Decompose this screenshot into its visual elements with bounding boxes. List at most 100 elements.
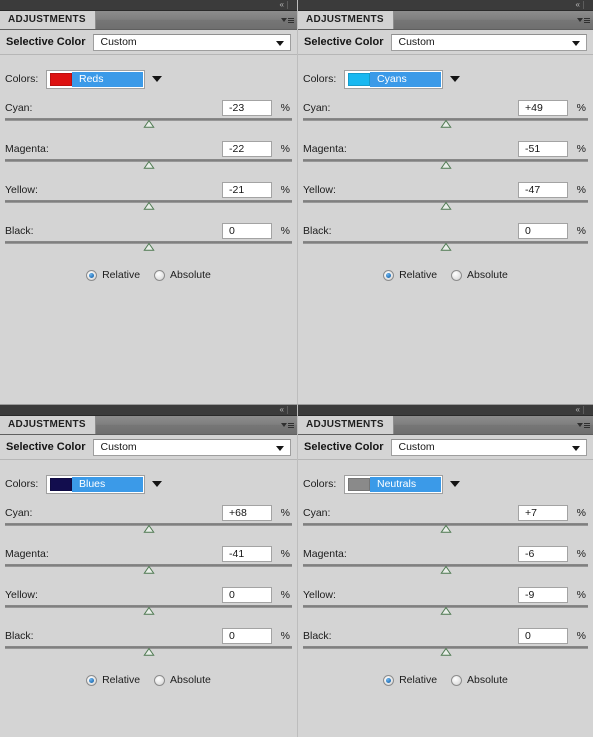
slider-value-input[interactable]: +68 — [222, 505, 272, 521]
preset-select[interactable]: Custom — [391, 33, 587, 51]
slider-row: Black: 0 % — [303, 222, 588, 240]
colors-label: Colors: — [303, 73, 337, 85]
slider-handle[interactable] — [440, 566, 451, 574]
percent-symbol: % — [576, 225, 586, 237]
radio-relative[interactable]: Relative — [86, 674, 140, 686]
slider-handle[interactable] — [143, 243, 154, 251]
tab-adjustments[interactable]: ADJUSTMENTS — [0, 416, 96, 434]
slider-handle[interactable] — [143, 648, 154, 656]
slider-value-input[interactable]: +7 — [518, 505, 568, 521]
slider-value-input[interactable]: 0 — [518, 223, 568, 239]
chevron-down-icon[interactable] — [152, 481, 162, 487]
hamburger-icon — [288, 422, 294, 428]
slider-track[interactable] — [303, 564, 588, 575]
adjustment-header-row: Selective Color Custom — [298, 435, 593, 460]
radio-absolute[interactable]: Absolute — [154, 269, 211, 281]
slider-track[interactable] — [5, 118, 292, 129]
tab-adjustments[interactable]: ADJUSTMENTS — [298, 11, 394, 29]
preset-select[interactable]: Custom — [93, 33, 291, 51]
slider-handle[interactable] — [440, 525, 451, 533]
panel-menu-icon[interactable] — [577, 420, 590, 430]
chevron-down-icon[interactable] — [450, 481, 460, 487]
chevron-down-icon — [276, 40, 284, 46]
radio-relative[interactable]: Relative — [383, 269, 437, 281]
panel-body: Colors: Blues Cyan: +68 % Magenta: -41 %… — [0, 474, 297, 686]
slider-handle[interactable] — [143, 202, 154, 210]
radio-relative[interactable]: Relative — [383, 674, 437, 686]
slider-track[interactable] — [303, 646, 588, 657]
slider-handle[interactable] — [143, 161, 154, 169]
percent-symbol: % — [576, 143, 586, 155]
slider-track[interactable] — [5, 159, 292, 170]
collapse-panel-icon[interactable]: « — [576, 0, 581, 10]
slider-label: Magenta: — [303, 548, 347, 560]
slider-value-input[interactable]: 0 — [222, 587, 272, 603]
slider-track[interactable] — [303, 200, 588, 211]
slider-handle[interactable] — [440, 243, 451, 251]
panel-menu-icon[interactable] — [281, 15, 294, 25]
panel-menu-icon[interactable] — [281, 420, 294, 430]
slider-value-input[interactable]: -47 — [518, 182, 568, 198]
radio-absolute[interactable]: Absolute — [451, 269, 508, 281]
slider-value-input[interactable]: -9 — [518, 587, 568, 603]
slider-track[interactable] — [303, 605, 588, 616]
panel-menu-icon[interactable] — [577, 15, 590, 25]
slider-track[interactable] — [303, 241, 588, 252]
chevron-down-icon[interactable] — [152, 76, 162, 82]
slider-value-input[interactable]: -23 — [222, 100, 272, 116]
slider-value-input[interactable]: -21 — [222, 182, 272, 198]
slider-group-magenta: Magenta: -22 % — [5, 140, 292, 170]
slider-track[interactable] — [303, 118, 588, 129]
slider-group-yellow: Yellow: -21 % — [5, 181, 292, 211]
slider-handle[interactable] — [143, 120, 154, 128]
slider-track[interactable] — [5, 523, 292, 534]
slider-track[interactable] — [5, 564, 292, 575]
slider-handle[interactable] — [440, 161, 451, 169]
slider-handle[interactable] — [143, 525, 154, 533]
radio-absolute[interactable]: Absolute — [154, 674, 211, 686]
chevron-down-icon[interactable] — [450, 76, 460, 82]
colors-selected-label: Blues — [79, 478, 106, 490]
slider-value-input[interactable]: -41 — [222, 546, 272, 562]
slider-value-input[interactable]: 0 — [222, 628, 272, 644]
slider-value-input[interactable]: -51 — [518, 141, 568, 157]
slider-value-input[interactable]: 0 — [518, 628, 568, 644]
slider-handle[interactable] — [143, 607, 154, 615]
percent-symbol: % — [576, 507, 586, 519]
slider-track[interactable] — [5, 605, 292, 616]
slider-group-yellow: Yellow: 0 % — [5, 586, 292, 616]
slider-track[interactable] — [5, 241, 292, 252]
slider-track[interactable] — [5, 200, 292, 211]
slider-handle[interactable] — [440, 648, 451, 656]
chevron-down-icon — [577, 18, 583, 22]
slider-handle[interactable] — [440, 120, 451, 128]
preset-select[interactable]: Custom — [391, 438, 587, 456]
collapse-panel-icon[interactable]: « — [576, 405, 581, 415]
slider-value-input[interactable]: -22 — [222, 141, 272, 157]
colors-row: Colors: Cyans — [303, 69, 588, 89]
slider-value-input[interactable]: -6 — [518, 546, 568, 562]
slider-handle[interactable] — [440, 607, 451, 615]
slider-row: Cyan: +7 % — [303, 504, 588, 522]
colors-select[interactable]: Cyans — [344, 69, 443, 89]
slider-track[interactable] — [303, 159, 588, 170]
colors-select[interactable]: Reds — [46, 69, 145, 89]
collapse-panel-icon[interactable]: « — [280, 0, 285, 10]
collapse-panel-icon[interactable]: « — [280, 405, 285, 415]
radio-label: Absolute — [170, 269, 211, 281]
slider-handle[interactable] — [440, 202, 451, 210]
tab-adjustments[interactable]: ADJUSTMENTS — [298, 416, 394, 434]
radio-absolute[interactable]: Absolute — [451, 674, 508, 686]
slider-track[interactable] — [5, 646, 292, 657]
slider-value-input[interactable]: +49 — [518, 100, 568, 116]
slider-value-input[interactable]: 0 — [222, 223, 272, 239]
slider-label: Magenta: — [5, 143, 49, 155]
page-title: Selective Color — [6, 441, 86, 453]
colors-select[interactable]: Blues — [46, 474, 145, 494]
tab-adjustments[interactable]: ADJUSTMENTS — [0, 11, 96, 29]
preset-select[interactable]: Custom — [93, 438, 291, 456]
slider-track[interactable] — [303, 523, 588, 534]
radio-relative[interactable]: Relative — [86, 269, 140, 281]
slider-handle[interactable] — [143, 566, 154, 574]
colors-select[interactable]: Neutrals — [344, 474, 443, 494]
